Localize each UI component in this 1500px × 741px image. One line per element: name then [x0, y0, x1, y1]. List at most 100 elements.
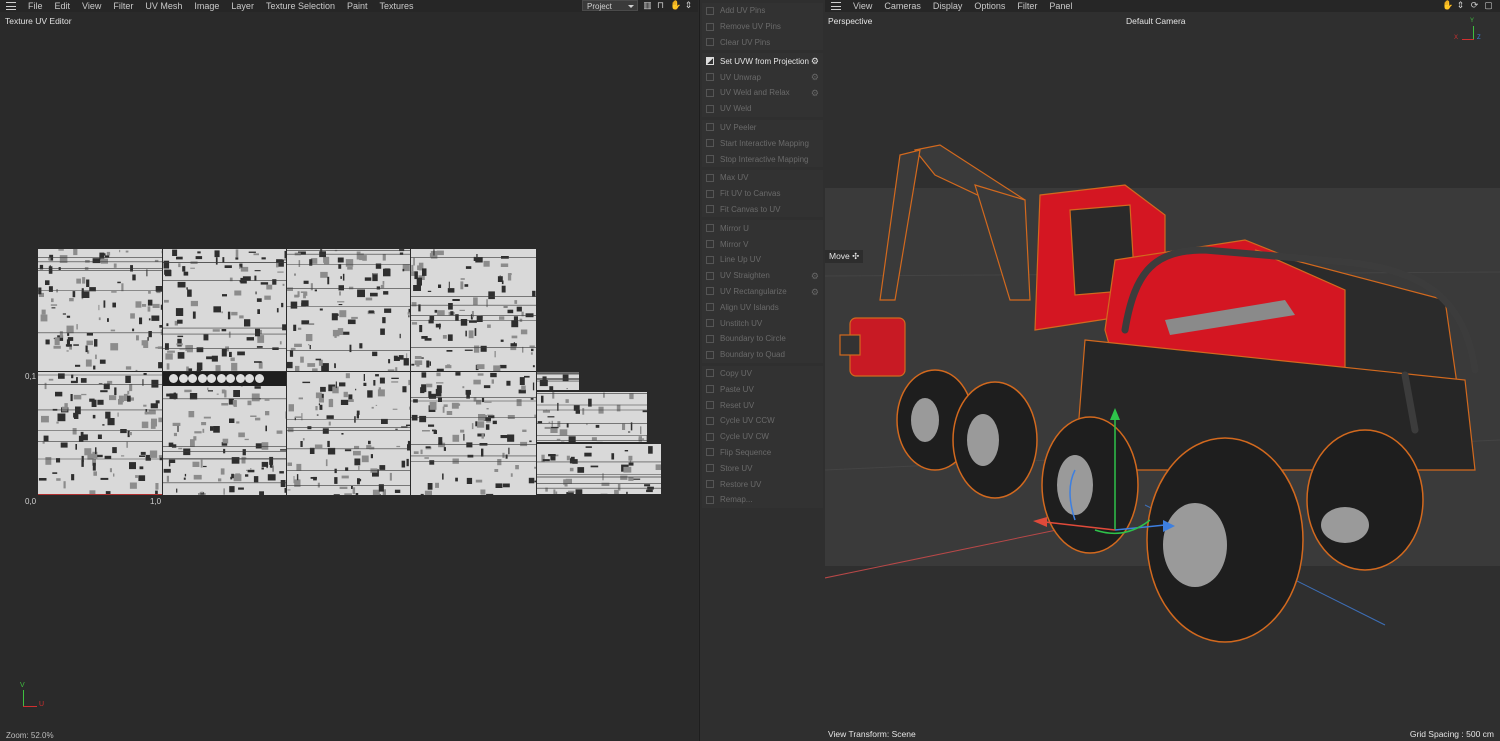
gear-icon[interactable]: ⚙ — [811, 271, 819, 282]
command-icon — [706, 287, 714, 296]
command-unstitch-uv[interactable]: Unstitch UV — [702, 315, 823, 331]
command-label: Unstitch UV — [720, 318, 763, 328]
command-cycle-uv-cw[interactable]: Cycle UV CW — [702, 429, 823, 445]
gear-icon[interactable]: ⚙ — [811, 56, 819, 67]
command-label: Mirror V — [720, 239, 749, 249]
command-label: Cycle UV CW — [720, 432, 769, 442]
command-flip-sequence[interactable]: Flip Sequence — [702, 445, 823, 461]
command-icon — [706, 123, 714, 132]
command-label: UV Rectangularize — [720, 286, 787, 296]
zoom-status: Zoom: 52.0% — [6, 731, 54, 740]
command-fit-canvas-to-uv[interactable]: Fit Canvas to UV — [702, 202, 823, 218]
menu-texture-selection[interactable]: Texture Selection — [260, 0, 341, 12]
hamburger-menu-icon[interactable] — [6, 2, 16, 10]
command-label: Paste UV — [720, 384, 754, 394]
command-label: Mirror U — [720, 223, 749, 233]
command-mirror-v[interactable]: Mirror V — [702, 236, 823, 252]
command-label: Flip Sequence — [720, 447, 772, 457]
hand-pan-icon[interactable]: ✋ — [670, 1, 681, 10]
project-dropdown[interactable]: Project — [582, 0, 638, 11]
v-axis-label: V — [20, 682, 25, 689]
pane-title: Texture UV Editor — [5, 16, 72, 26]
command-fit-uv-to-canvas[interactable]: Fit UV to Canvas — [702, 186, 823, 202]
command-icon — [706, 57, 714, 66]
command-icon — [706, 385, 714, 394]
command-max-uv[interactable]: Max UV — [702, 170, 823, 186]
command-clear-uv-pins[interactable]: Clear UV Pins — [702, 35, 823, 51]
command-label: Clear UV Pins — [720, 37, 771, 47]
uv-tile — [537, 372, 579, 390]
menu-view[interactable]: View — [76, 0, 107, 12]
y-axis-label: Y — [1470, 18, 1475, 24]
command-uv-straighten[interactable]: UV Straighten ⚙ — [702, 268, 823, 284]
command-label: Boundary to Quad — [720, 350, 785, 360]
command-label: Reset UV — [720, 400, 755, 410]
command-remove-uv-pins[interactable]: Remove UV Pins — [702, 19, 823, 35]
command-icon — [706, 319, 714, 328]
command-restore-uv[interactable]: Restore UV — [702, 476, 823, 492]
command-store-uv[interactable]: Store UV — [702, 460, 823, 476]
menu-textures[interactable]: Textures — [374, 0, 420, 12]
uv-label-1-0: 1,0 — [150, 497, 162, 506]
command-uv-unwrap[interactable]: UV Unwrap ⚙ — [702, 69, 823, 85]
gear-icon[interactable]: ⚙ — [811, 72, 819, 83]
command-add-uv-pins[interactable]: Add UV Pins — [702, 3, 823, 19]
uv-tile — [38, 249, 162, 371]
command-label: Copy UV — [720, 368, 753, 378]
command-boundary-to-circle[interactable]: Boundary to Circle — [702, 331, 823, 347]
command-stop-interactive-mapping[interactable]: Stop Interactive Mapping — [702, 151, 823, 167]
lock-icon[interactable]: ⊓ — [656, 1, 665, 10]
command-remap[interactable]: Remap... — [702, 492, 823, 508]
uv-tile — [163, 372, 286, 495]
menu-paint[interactable]: Paint — [341, 0, 374, 12]
u-axis-line — [38, 494, 162, 495]
move-arrows-icon[interactable]: ⇕ — [684, 1, 693, 10]
forestry-harvester-model[interactable] — [825, 0, 1500, 741]
gear-icon[interactable]: ⚙ — [811, 88, 819, 99]
command-label: Store UV — [720, 463, 753, 473]
command-uv-rectangularize[interactable]: UV Rectangularize ⚙ — [702, 284, 823, 300]
command-icon — [706, 271, 714, 280]
command-icon — [706, 6, 714, 15]
command-icon — [706, 224, 714, 233]
menu-filter[interactable]: Filter — [107, 0, 139, 12]
command-label: Stop Interactive Mapping — [720, 154, 809, 164]
command-boundary-to-quad[interactable]: Boundary to Quad — [702, 347, 823, 363]
3d-viewport[interactable]: View Cameras Display Options Filter Pane… — [825, 0, 1500, 741]
command-uv-weld[interactable]: UV Weld — [702, 101, 823, 117]
command-reset-uv[interactable]: Reset UV — [702, 397, 823, 413]
command-align-uv-islands[interactable]: Align UV Islands — [702, 299, 823, 315]
command-cycle-uv-ccw[interactable]: Cycle UV CCW — [702, 413, 823, 429]
uv-canvas[interactable] — [0, 30, 698, 730]
command-paste-uv[interactable]: Paste UV — [702, 381, 823, 397]
command-label: Fit UV to Canvas — [720, 189, 781, 199]
command-group: Add UV Pins Remove UV Pins Clear UV Pins — [702, 3, 823, 51]
camera-label[interactable]: Default Camera — [1126, 16, 1186, 26]
command-group: Mirror U Mirror V Line Up UV UV Straighten ⚙… — [702, 220, 823, 363]
command-group: Max UV Fit UV to Canvas Fit Canvas to UV — [702, 169, 823, 218]
command-start-interactive-mapping[interactable]: Start Interactive Mapping — [702, 135, 823, 151]
menu-uv-mesh[interactable]: UV Mesh — [139, 0, 188, 12]
menu-file[interactable]: File — [22, 0, 49, 12]
command-line-up-uv[interactable]: Line Up UV — [702, 252, 823, 268]
command-icon — [706, 401, 714, 410]
menu-layer[interactable]: Layer — [225, 0, 260, 12]
command-icon — [706, 73, 714, 82]
command-uv-peeler[interactable]: UV Peeler — [702, 120, 823, 136]
menu-image[interactable]: Image — [188, 0, 225, 12]
histogram-icon[interactable]: ▥ — [643, 1, 652, 10]
uv-tile — [287, 372, 410, 495]
command-label: Remove UV Pins — [720, 22, 781, 32]
command-mirror-u[interactable]: Mirror U — [702, 220, 823, 236]
gear-icon[interactable]: ⚙ — [811, 287, 819, 298]
command-copy-uv[interactable]: Copy UV — [702, 366, 823, 382]
uv-commands-list: Add UV Pins Remove UV Pins Clear UV Pins Se… — [700, 0, 825, 508]
command-label: Set UVW from Projection — [720, 56, 809, 66]
command-set-uvw-from-projection[interactable]: Set UVW from Projection ⚙ — [702, 53, 823, 69]
menu-edit[interactable]: Edit — [49, 0, 77, 12]
command-icon — [706, 240, 714, 249]
command-label: UV Weld and Relax — [720, 88, 790, 98]
command-uv-weld-and-relax[interactable]: UV Weld and Relax ⚙ — [702, 85, 823, 101]
x-axis-label: X — [1454, 35, 1459, 41]
chevron-down-icon — [628, 5, 634, 8]
